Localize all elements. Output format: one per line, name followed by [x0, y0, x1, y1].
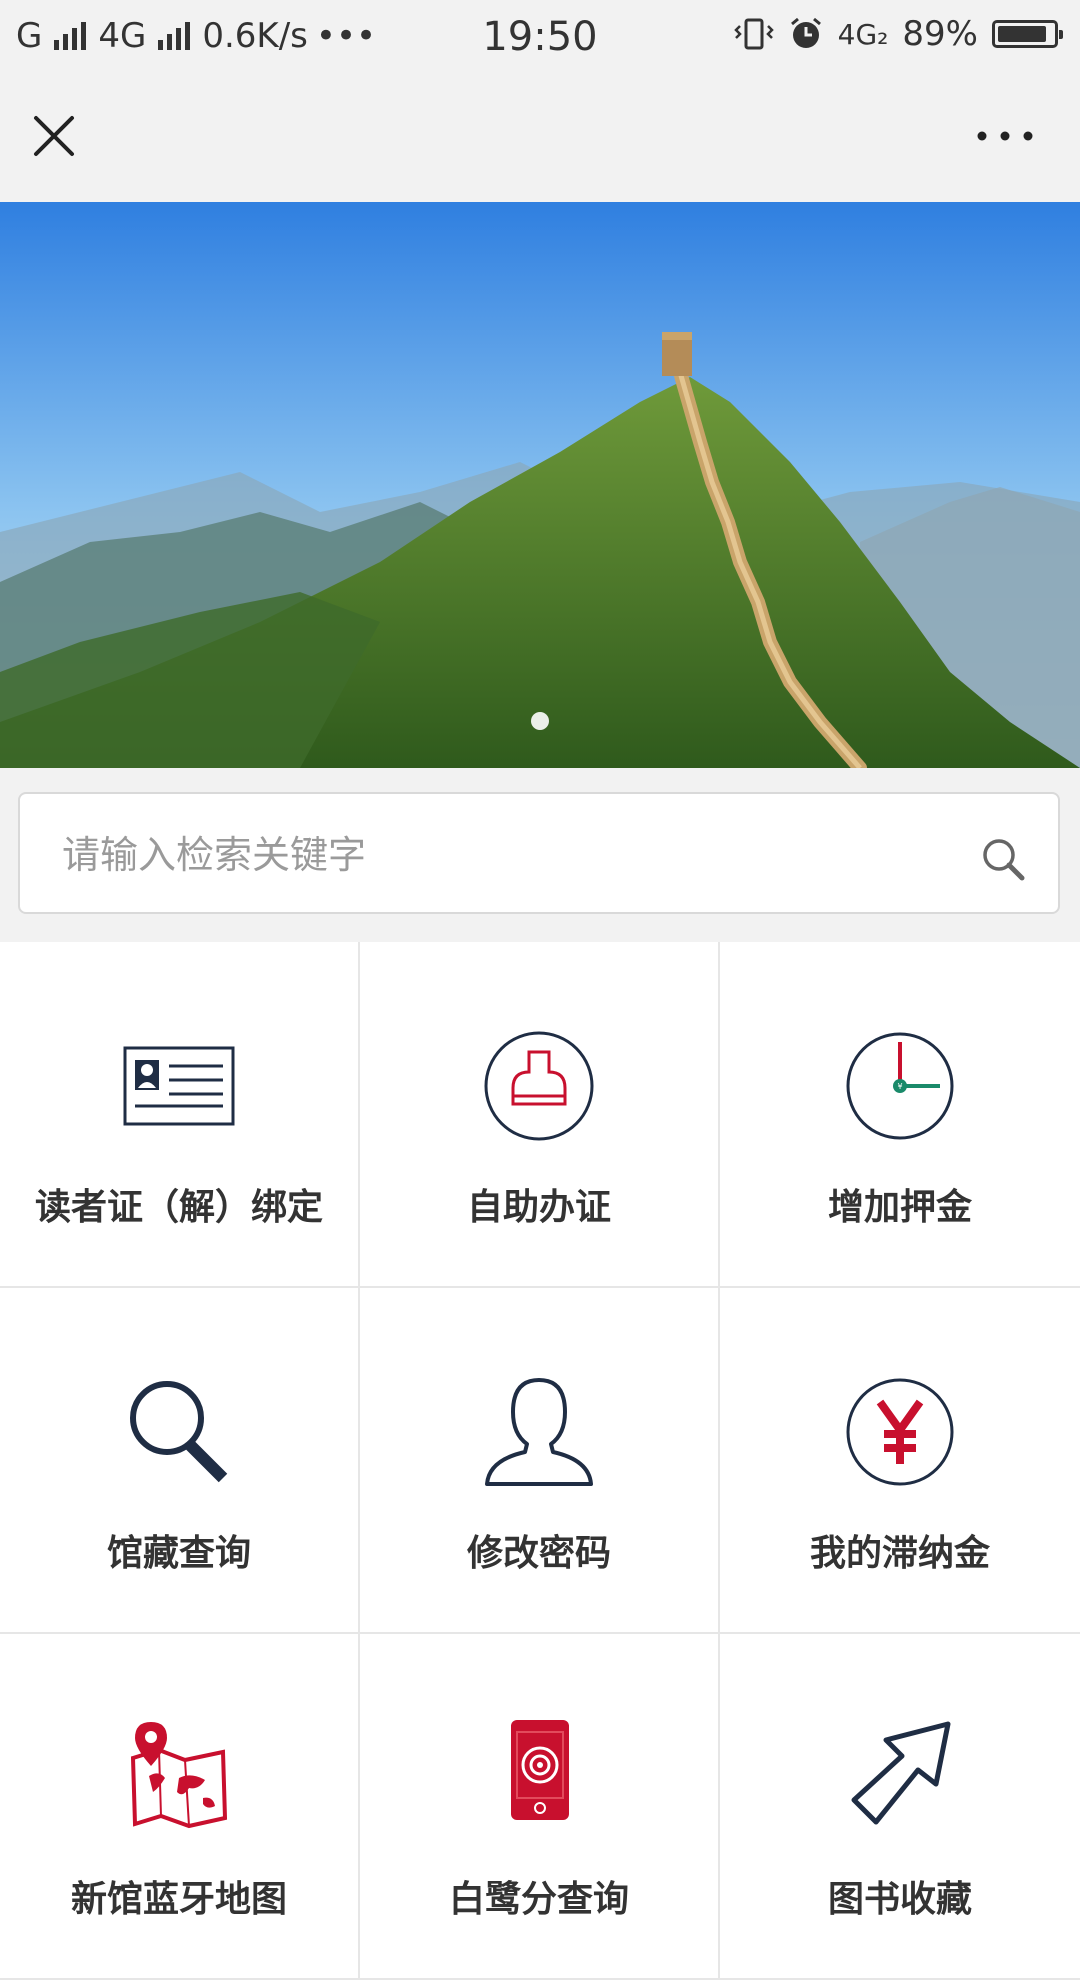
reader-card-icon	[123, 1046, 235, 1126]
grid-item-self-service-card[interactable]: 自助办证	[360, 942, 718, 1288]
user-icon	[485, 1378, 593, 1486]
map-pin-icon	[130, 1722, 228, 1829]
grid-item-add-deposit[interactable]: ¥ 增加押金	[720, 942, 1080, 1288]
alarm-icon	[790, 17, 821, 48]
deposit-clock-icon: ¥	[846, 1032, 954, 1140]
grid-item-label: 我的滞纳金	[809, 1533, 990, 1574]
yen-icon	[846, 1378, 954, 1486]
more-icon[interactable]	[970, 116, 1040, 156]
function-grid: 读者证（解）绑定 自助办证 ¥ 增加押金 馆藏查询 修改密码 我的滞纳金 新馆蓝…	[0, 942, 1080, 1980]
magnifier-icon	[130, 1381, 228, 1483]
search-bar	[0, 768, 1080, 940]
banner-carousel[interactable]	[0, 202, 1080, 768]
grid-item-label: 自助办证	[466, 1187, 611, 1228]
close-icon[interactable]	[24, 106, 84, 166]
grid-item-label: 读者证（解）绑定	[34, 1187, 323, 1228]
carousel-indicator[interactable]	[531, 712, 549, 730]
grid-item-label: 图书收藏	[827, 1879, 972, 1920]
battery-icon	[992, 20, 1063, 48]
grid-item-bluetooth-map[interactable]: 新馆蓝牙地图	[0, 1634, 358, 1980]
grid-item-label: 增加押金	[827, 1187, 972, 1228]
search-input[interactable]	[60, 824, 944, 886]
grid-item-collection-search[interactable]: 馆藏查询	[0, 1288, 358, 1634]
great-wall-photo	[0, 202, 1080, 768]
status-bar: G 4G 0.6K/s ••• 19:50 4G₂ 89%	[0, 0, 1080, 76]
grid-item-label: 修改密码	[466, 1533, 611, 1574]
grid-item-change-password[interactable]: 修改密码	[360, 1288, 718, 1634]
grid-item-book-favorites[interactable]: 图书收藏	[720, 1634, 1080, 1980]
grid-item-label: 馆藏查询	[106, 1533, 251, 1574]
search-box	[18, 792, 1060, 914]
grid-item-label: 新馆蓝牙地图	[70, 1879, 287, 1920]
grid-item-label: 白鹭分查询	[448, 1879, 629, 1920]
grid-item-reader-card-binding[interactable]: 读者证（解）绑定	[0, 942, 358, 1288]
grid-item-egret-score[interactable]: 白鹭分查询	[360, 1634, 718, 1980]
battery-percent: 89%	[902, 14, 978, 54]
search-icon[interactable]	[978, 834, 1028, 884]
paper-plane-icon	[851, 1721, 951, 1825]
nav-bar	[0, 76, 1080, 202]
self-service-card-icon	[484, 1031, 594, 1141]
vibrate-icon	[733, 18, 774, 50]
status-right: 4G₂ 89%	[733, 14, 1063, 54]
grid-item-my-late-fees[interactable]: 我的滞纳金	[720, 1288, 1080, 1634]
svg-text:¥: ¥	[897, 1082, 902, 1091]
phone-target-icon	[511, 1720, 569, 1820]
network-type-badge: 4G₂	[837, 17, 889, 51]
